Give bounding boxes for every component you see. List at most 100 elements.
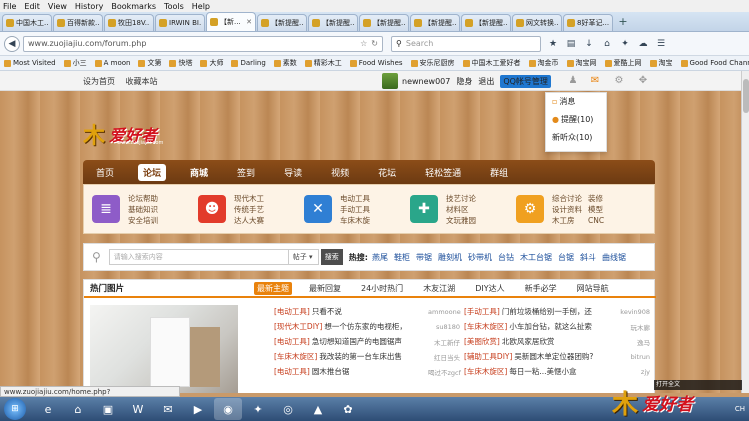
bookmark-item[interactable]: Good Food Channel (680, 59, 749, 67)
taskbar-media-icon[interactable]: ▶ (184, 398, 212, 420)
browser-tab-active[interactable]: 【新... ✕ (206, 12, 256, 31)
new-tab-button[interactable]: + (616, 15, 630, 29)
nav-video[interactable]: 视频 (326, 164, 354, 181)
hot-word[interactable]: 台钻 (498, 252, 514, 263)
search-scope-select[interactable]: 帖子 ▾ (288, 249, 319, 265)
url-text[interactable]: www.zuojiajiu.com/forum.php (28, 39, 356, 48)
logout-link[interactable]: 退出 (478, 76, 494, 87)
menu-view[interactable]: View (48, 2, 67, 11)
hot-word[interactable]: 雕刻机 (438, 252, 462, 263)
taskbar-firefox-icon[interactable]: ◉ (214, 398, 242, 420)
sync-icon[interactable]: ☁ (637, 38, 649, 50)
subnav-link[interactable]: CNC (588, 215, 604, 226)
subnav-link[interactable]: 论坛帮助 (128, 193, 158, 204)
bookmark-item[interactable]: 爱酷上网 (604, 58, 642, 68)
browser-tab[interactable]: IRWIN BI... (155, 14, 205, 31)
thread-item[interactable]: [电动工具] 只看不说 ammoone (274, 306, 464, 317)
download-icon[interactable]: ↓ (583, 38, 595, 50)
menu-icon[interactable]: ☰ (655, 38, 667, 50)
tab-beginner[interactable]: 新手必学 (522, 282, 560, 295)
menu-bookmarks[interactable]: Bookmarks (111, 2, 156, 11)
hot-word[interactable]: 带锯 (416, 252, 432, 263)
site-search-button[interactable]: 搜索 (320, 249, 343, 265)
browser-tab[interactable]: 【新提醒... (308, 14, 358, 31)
thread-item[interactable]: [车床木旋区] 小车加台钻，就这么扯索 玩木廊 (464, 321, 654, 332)
bookmark-item[interactable]: 素数 (273, 58, 297, 68)
subnav-link[interactable]: 综合讨论 (552, 193, 582, 204)
browser-tab[interactable]: 中国木工... (2, 14, 52, 31)
nav-home[interactable]: 首页 (91, 164, 119, 181)
close-icon[interactable]: ✕ (246, 18, 252, 26)
thread-item[interactable]: [辅助工具DIY] 吴新圆木单定位器团购? bitrun (464, 351, 654, 362)
back-button[interactable]: ◀ (4, 35, 20, 52)
tab-latest-replies[interactable]: 最新回复 (306, 282, 344, 295)
hot-word[interactable]: 木工台锯 (520, 252, 552, 263)
tools-icon[interactable]: ✕ (304, 195, 332, 223)
menu-file[interactable]: File (3, 2, 16, 11)
bookmark-item[interactable]: 文第 (138, 58, 161, 68)
bookmark-item[interactable]: 淘宝网 (566, 58, 597, 68)
browser-tab[interactable]: 百得新款... (53, 14, 103, 31)
nav-forum[interactable]: 论坛 (138, 163, 167, 181)
taskbar-app-icon[interactable]: ✿ (334, 398, 362, 420)
username-link[interactable]: newnew007 (402, 77, 450, 86)
document-add-icon[interactable]: ✚ (410, 195, 438, 223)
bookmark-item[interactable]: 大师 (200, 58, 223, 68)
browser-tab[interactable]: 8好革记... (563, 14, 613, 31)
bookmark-item[interactable]: 快塔 (169, 58, 192, 68)
scroll-thumb[interactable] (743, 79, 749, 113)
taskbar-app-icon[interactable]: ✦ (244, 398, 272, 420)
subnav-link[interactable]: 达人大赛 (234, 215, 264, 226)
avatar[interactable] (382, 73, 398, 89)
bookmark-item[interactable]: Most Visited (4, 59, 56, 67)
worker-icon[interactable]: ☻ (198, 195, 226, 223)
hot-word[interactable]: 台锯 (558, 252, 574, 263)
site-search-input[interactable]: 请输入搜索内容 (108, 249, 289, 265)
subnav-link[interactable]: 装修 (588, 193, 604, 204)
reload-icon[interactable]: ↻ (371, 39, 378, 48)
hot-image[interactable] (90, 305, 238, 393)
stealth-link[interactable]: 隐身 (456, 76, 472, 87)
browser-tab[interactable]: 网文转换... (512, 14, 562, 31)
clipboard-icon[interactable]: ≣ (92, 195, 120, 223)
search-bar[interactable]: ⚲ Search (391, 35, 541, 52)
settings-icon[interactable]: ⚙ (612, 74, 626, 88)
move-icon[interactable]: ✥ (636, 74, 650, 88)
hot-word[interactable]: 斜斗 (580, 252, 596, 263)
bookmark-item[interactable]: 小三 (63, 58, 87, 68)
page-scrollbar[interactable] (741, 71, 749, 393)
qq-account-button[interactable]: QQ帐号管理 (500, 74, 551, 88)
menu-history[interactable]: History (75, 2, 103, 11)
tab-site-nav[interactable]: 网站导航 (574, 282, 612, 295)
nav-shop[interactable]: 商城 (185, 164, 213, 181)
nav-flower[interactable]: 花坛 (373, 164, 401, 181)
user-icon[interactable]: ♟ (566, 74, 580, 88)
browser-tab[interactable]: 【新提醒... (359, 14, 409, 31)
menu-help[interactable]: Help (192, 2, 210, 11)
reminders-item[interactable]: ● 提醒(10) (546, 111, 606, 129)
nav-guide[interactable]: 导读 (279, 164, 307, 181)
hot-word[interactable]: 鞋柜 (394, 252, 410, 263)
star-icon[interactable]: ☆ (360, 39, 367, 48)
thread-item[interactable]: [车床木旋区] 我改装的第一台车床出售 红日当头 (274, 351, 464, 362)
start-button[interactable]: ⊞ (4, 398, 26, 420)
browser-tab[interactable]: 【新提醒... (461, 14, 511, 31)
taskbar-ie-icon[interactable]: e (34, 398, 62, 420)
taskbar-vlc-icon[interactable]: ▲ (304, 398, 332, 420)
addon-icon[interactable]: ✦ (619, 38, 631, 50)
thread-item[interactable]: [电动工具] 急切想知道国产的电圆锯声 木工新仔 (274, 336, 464, 347)
gears-icon[interactable]: ⚙ (516, 195, 544, 223)
browser-tab[interactable]: 【新提醒... (257, 14, 307, 31)
home-icon[interactable]: ⌂ (601, 38, 613, 50)
nav-checkin[interactable]: 签到 (232, 164, 260, 181)
subnav-link[interactable]: 木工房 (552, 215, 582, 226)
menu-edit[interactable]: Edit (24, 2, 40, 11)
bookmark-item[interactable]: 淘宝 (649, 58, 673, 68)
taskbar-word-icon[interactable]: W (124, 398, 152, 420)
browser-tab[interactable]: 牧田18V... (104, 14, 154, 31)
browser-tab[interactable]: 【新提醒... (410, 14, 460, 31)
taskbar-explorer-icon[interactable]: ▣ (94, 398, 122, 420)
hot-word[interactable]: 曲线锯 (602, 252, 626, 263)
subnav-link[interactable]: 基础知识 (128, 204, 158, 215)
messages-item[interactable]: ▫ 消息 (546, 93, 606, 111)
